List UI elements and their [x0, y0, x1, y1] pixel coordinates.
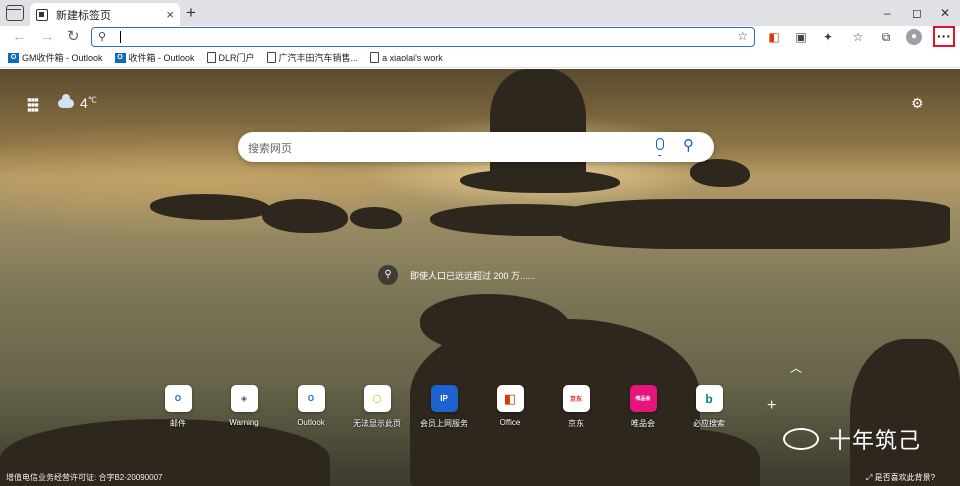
background-feedback-label: 是否喜欢此背景?	[874, 473, 936, 482]
gear-icon[interactable]: ⚙	[911, 95, 924, 112]
close-window-button[interactable]: ✕	[940, 6, 950, 20]
bookmark-item[interactable]: O GM收件箱 - Outlook	[8, 51, 103, 64]
favorites-bar: O GM收件箱 - Outlook O 收件箱 - Outlook DLR门户 广汽…	[0, 48, 960, 68]
quick-link-label: 会员上网服务	[420, 419, 468, 428]
bookmark-item[interactable]: 广汽丰田汽车销售...	[266, 51, 359, 64]
quick-link[interactable]: IP 会员上网服务	[414, 385, 474, 429]
weather-widget[interactable]: 4℃	[58, 93, 97, 111]
bing-icon: b	[695, 385, 723, 412]
page-icon	[266, 52, 276, 63]
microphone-icon[interactable]	[656, 138, 664, 156]
minimize-button[interactable]: –	[884, 6, 891, 20]
wechat-icon	[783, 428, 819, 450]
wechat-watermark: 十年筑己	[783, 423, 921, 455]
new-tab-page: ▪▪▪ ▪▪▪ ▪▪▪ 4℃ ⚙ 搜索网页 ⚲ ⚲ 即使人口已远远超过 200 万.…	[0, 69, 960, 486]
background-rock	[610, 429, 760, 486]
collections-icon[interactable]: ⧉	[878, 29, 894, 45]
bookmark-label: 广汽丰田汽车销售...	[278, 53, 359, 63]
refresh-button[interactable]: ↻	[67, 28, 80, 46]
search-icon: ⚲	[98, 31, 107, 43]
background-rock	[850, 339, 960, 486]
bookmark-item[interactable]: O 收件箱 - Outlook	[114, 51, 195, 64]
image-caption[interactable]: ⚲ 即使人口已远远超过 200 万......	[378, 265, 535, 285]
quick-link[interactable]: ◈ Warning	[214, 385, 274, 427]
profile-avatar[interactable]: ●	[906, 29, 922, 45]
quick-link[interactable]: O 邮件	[148, 385, 208, 429]
quick-link[interactable]: b 必应搜索	[679, 385, 739, 429]
back-button[interactable]: ←	[12, 28, 27, 46]
license-footer: 增值电信业务经营许可证: 合字B2-20090007	[6, 473, 163, 482]
search-icon[interactable]: ⚲	[683, 136, 694, 154]
quick-link-label: Outlook	[297, 418, 325, 427]
quick-link-label: Office	[499, 418, 521, 427]
quick-link-label: 必应搜索	[693, 419, 725, 428]
page-icon	[370, 52, 380, 63]
quick-link[interactable]: O Outlook	[281, 385, 341, 427]
app-launcher-icon[interactable]: ▪▪▪ ▪▪▪ ▪▪▪	[27, 93, 39, 116]
new-tab-favicon-icon	[36, 8, 48, 21]
background-rock	[150, 194, 270, 220]
watermark-text: 十年筑己	[829, 428, 922, 453]
extensions-puzzle-icon[interactable]: ✦	[820, 29, 836, 45]
mail-icon: O	[164, 385, 192, 412]
address-bar[interactable]: ⚲ ☆	[91, 27, 755, 47]
bookmark-item[interactable]: a xiaolai's work	[370, 52, 443, 63]
title-bar: 新建标签页 × + – ◻ ✕	[0, 0, 960, 26]
quick-link[interactable]: ◧ Office	[480, 385, 540, 427]
background-feedback-link[interactable]: ⤢ 是否喜欢此背景?	[866, 472, 935, 483]
forward-button[interactable]: →	[40, 28, 55, 46]
background-rock	[262, 199, 348, 233]
settings-more-button[interactable]: ···	[933, 26, 955, 47]
quick-link-label: 京东	[568, 419, 584, 428]
ip-icon: IP	[430, 385, 458, 412]
navigation-toolbar: ← → ↻ ⚲ ☆ ◧ ▣ ✦ ☆ ⧉ ● ···	[0, 26, 960, 48]
page-icon	[206, 52, 216, 63]
bookmark-item[interactable]: DLR门户	[206, 51, 255, 64]
bookmark-label: 收件箱 - Outlook	[128, 53, 195, 63]
background-rock	[350, 207, 402, 229]
jd-icon: 京东	[562, 385, 590, 412]
quick-link[interactable]: ◯ 无法显示此页	[347, 385, 407, 429]
outlook-icon: O	[8, 52, 19, 63]
quick-link-label: 邮件	[170, 419, 186, 428]
quick-link-label: Warning	[229, 418, 259, 427]
warning-box-icon: ◈	[230, 385, 258, 412]
quick-link[interactable]: 唯品会 唯品会	[613, 385, 673, 429]
visual-search-icon[interactable]: ⚲	[378, 265, 398, 285]
background-rock	[460, 169, 620, 193]
quick-link-label: 唯品会	[631, 419, 655, 428]
quick-link[interactable]: 京东 京东	[546, 385, 606, 429]
tab-actions-icon[interactable]	[6, 5, 24, 21]
tab-new-tab[interactable]: 新建标签页 ×	[30, 3, 180, 26]
search-input[interactable]: 搜索网页	[248, 140, 292, 156]
new-tab-button[interactable]: +	[186, 4, 196, 21]
add-favorite-icon[interactable]: ☆	[737, 29, 748, 43]
bookmark-label: DLR门户	[218, 53, 255, 63]
office-icon: ◧	[496, 385, 524, 412]
vip-icon: 唯品会	[629, 385, 657, 412]
quick-link-label: 无法显示此页	[353, 419, 401, 428]
broken-page-icon: ◯	[363, 385, 391, 412]
cloud-icon	[58, 93, 74, 108]
maximize-button[interactable]: ◻	[912, 6, 922, 20]
outlook-icon: O	[114, 52, 126, 63]
background-rock	[560, 199, 950, 249]
image-caption-text: 即使人口已远远超过 200 万......	[410, 270, 536, 281]
search-box[interactable]: 搜索网页 ⚲	[238, 132, 714, 162]
add-quick-link-button[interactable]: +	[767, 397, 776, 415]
text-caret	[120, 31, 121, 43]
tab-title: 新建标签页	[56, 9, 111, 22]
bookmark-label: a xiaolai's work	[382, 52, 443, 63]
extension-icon[interactable]: ▣	[793, 29, 809, 45]
office-extension-icon[interactable]: ◧	[766, 29, 782, 45]
chevron-up-icon[interactable]: ︿	[790, 359, 802, 376]
background-rock	[690, 159, 750, 187]
outlook-icon: O	[297, 385, 325, 412]
tab-close-button[interactable]: ×	[166, 7, 174, 22]
favorites-icon[interactable]: ☆	[850, 29, 866, 45]
bookmark-label: GM收件箱 - Outlook	[22, 53, 103, 63]
temperature: 4℃	[80, 95, 97, 111]
